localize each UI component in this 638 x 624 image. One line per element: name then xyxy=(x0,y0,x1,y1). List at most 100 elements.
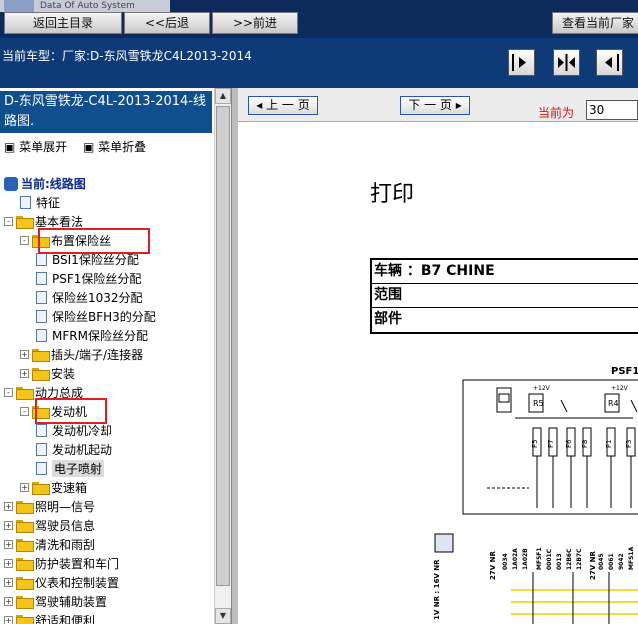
tree-item[interactable]: + 舒适和便利 xyxy=(4,611,95,624)
tree-item[interactable]: + 仪表和控制装置 xyxy=(4,573,119,592)
tree-item-label: 清洗和雨刮 xyxy=(35,538,96,552)
diagram-r5: R5 xyxy=(533,399,544,408)
diagram-code-label: 0034 xyxy=(502,553,509,570)
tree-item[interactable]: + 插头/端子/连接器 xyxy=(20,345,143,364)
tree-item[interactable]: PSF1保险丝分配 xyxy=(36,269,141,288)
layout-right-button[interactable] xyxy=(596,49,623,76)
tree-item[interactable]: 发动机起动 xyxy=(36,440,112,459)
layout-left-button[interactable] xyxy=(508,49,535,76)
logo-text: Data Of Auto System xyxy=(40,1,135,11)
expand-toggle-icon[interactable]: + xyxy=(4,540,13,549)
split-arrows-icon xyxy=(558,54,575,71)
vehicle-info-table: 车辆 ：B7 CHINE 范围 部件 xyxy=(370,258,638,334)
diagram-f7: F7 xyxy=(547,440,555,448)
diagram-code-label: 1A02A xyxy=(512,548,519,570)
document-icon xyxy=(36,310,47,323)
wiring-diagram: PSF1 +12V +12V R5 R4 F5 F7 F6 F8 F1 F3 1… xyxy=(433,366,638,624)
tree-item-label: 防护装置和车门 xyxy=(35,557,120,571)
diagram-code-label: 0061 xyxy=(608,553,615,570)
tree-item-label: 发动机起动 xyxy=(52,443,113,457)
info-row-component: 部件 xyxy=(374,311,402,327)
tree-item[interactable]: 电子喷射 xyxy=(36,459,105,478)
next-page-button[interactable]: 下 一 页 ▸ xyxy=(400,96,470,115)
highlight-box-engine xyxy=(35,398,107,424)
diagram-v12-b: +12V xyxy=(611,385,629,392)
expand-toggle-icon[interactable]: + xyxy=(4,559,13,568)
diagram-code-label: 12B6C xyxy=(566,548,573,570)
expand-toggle-icon[interactable]: + xyxy=(20,483,29,492)
scroll-down-icon[interactable]: ▼ xyxy=(215,608,231,624)
tree-item[interactable]: MFRM保险丝分配 xyxy=(36,326,148,345)
document-icon xyxy=(20,196,31,209)
info-row-range: 范围 xyxy=(372,284,638,308)
tree-item[interactable]: + 驾驶员信息 xyxy=(4,516,95,535)
back-to-index-button[interactable]: 返回主目录 xyxy=(4,12,122,34)
next-page-label: 下 一 页 xyxy=(408,98,452,112)
document-icon xyxy=(36,462,47,475)
tree-item-label: 安装 xyxy=(51,367,76,381)
expand-toggle-icon[interactable]: + xyxy=(4,597,13,606)
folder-icon xyxy=(16,539,34,552)
tree-item-label: 保险丝BFH3的分配 xyxy=(52,310,156,324)
tree-item[interactable]: + 变速箱 xyxy=(20,478,87,497)
scroll-up-icon[interactable]: ▲ xyxy=(215,88,231,104)
top-toolbar: Data Of Auto System 返回主目录 <<后退 >>前进 查看当前… xyxy=(0,0,638,38)
document-icon xyxy=(36,443,47,456)
tree-item-label: 电子喷射 xyxy=(52,460,105,477)
highlight-box-fuse xyxy=(38,228,150,254)
document-icon xyxy=(36,329,47,342)
document-icon xyxy=(36,424,47,437)
collapse-toggle-icon[interactable]: - xyxy=(20,236,29,245)
forward-button[interactable]: >>前进 xyxy=(212,12,298,34)
tree-item-label: 特征 xyxy=(36,196,61,210)
tree-item[interactable]: 特征 xyxy=(20,193,60,212)
folder-icon xyxy=(16,577,34,590)
folder-icon xyxy=(16,501,34,514)
page-toolbar: ◂ 上 一 页 下 一 页 ▸ 当前为 30 xyxy=(238,88,638,122)
diagram-code-label: MF5F1 xyxy=(536,547,543,570)
expand-toggle-icon[interactable]: + xyxy=(4,502,13,511)
collapse-toggle-icon[interactable]: - xyxy=(4,388,13,397)
expand-toggle-icon[interactable]: + xyxy=(4,616,13,624)
tree-item[interactable]: 保险丝1032分配 xyxy=(36,288,143,307)
tree-item-label: 舒适和便利 xyxy=(35,614,96,624)
scroll-thumb[interactable] xyxy=(216,106,230,586)
diagram-f1: F1 xyxy=(605,440,613,448)
expand-toggle-icon[interactable]: + xyxy=(4,578,13,587)
print-title: 打印 xyxy=(370,182,415,207)
back-button[interactable]: <<后退 xyxy=(124,12,210,34)
menu-scrollbar[interactable]: ▲ ▼ xyxy=(214,88,231,624)
tree-item[interactable]: 保险丝BFH3的分配 xyxy=(36,307,156,326)
expand-toggle-icon[interactable]: + xyxy=(4,521,13,530)
layout-split-button[interactable] xyxy=(553,49,580,76)
view-current-maker-button[interactable]: 查看当前厂家 xyxy=(552,12,638,34)
collapse-all-button[interactable]: ▣ 菜单折叠 xyxy=(83,140,152,154)
tree-item[interactable]: + 防护装置和车门 xyxy=(4,554,119,573)
folder-icon xyxy=(16,558,34,571)
tree-item[interactable]: + 驾驶辅助装置 xyxy=(4,592,107,611)
tree-item[interactable]: + 清洗和雨刮 xyxy=(4,535,95,554)
tree-item-label: 当前:线路图 xyxy=(21,177,86,191)
folder-icon xyxy=(16,520,34,533)
collapse-toggle-icon[interactable]: - xyxy=(4,217,13,226)
collapse-toggle-icon[interactable]: - xyxy=(20,407,29,416)
folder-icon xyxy=(16,387,34,400)
prev-page-button[interactable]: ◂ 上 一 页 xyxy=(248,96,318,115)
current-vehicle-label: 当前车型：厂家:D-东风雪铁龙C4L2013-2014 xyxy=(2,49,252,63)
folder-icon xyxy=(16,615,34,624)
tree-item[interactable]: 当前:线路图 xyxy=(4,174,86,193)
current-page-input[interactable]: 30 xyxy=(586,100,638,120)
expand-toggle-icon[interactable]: + xyxy=(20,350,29,359)
tree-item-label: 仪表和控制装置 xyxy=(35,576,120,590)
diagram-psf-label: PSF1 xyxy=(611,366,638,377)
diagram-code-label: 0045 xyxy=(598,553,605,570)
expand-toggle-icon[interactable]: + xyxy=(20,369,29,378)
folder-icon xyxy=(16,216,34,229)
menu-title: D-东风雪铁龙-C4L-2013-2014-线路图. xyxy=(0,91,212,133)
expand-all-button[interactable]: ▣ 菜单展开 xyxy=(4,140,73,154)
menu-actions: ▣ 菜单展开 ▣ 菜单折叠 xyxy=(4,138,158,155)
diagram-nr1: 1V NR : 16V NR xyxy=(433,559,441,620)
tree-item[interactable]: + 安装 xyxy=(20,364,75,383)
tree-item[interactable]: + 照明—信号 xyxy=(4,497,95,516)
diagram-code-label: 0001C xyxy=(546,548,553,570)
